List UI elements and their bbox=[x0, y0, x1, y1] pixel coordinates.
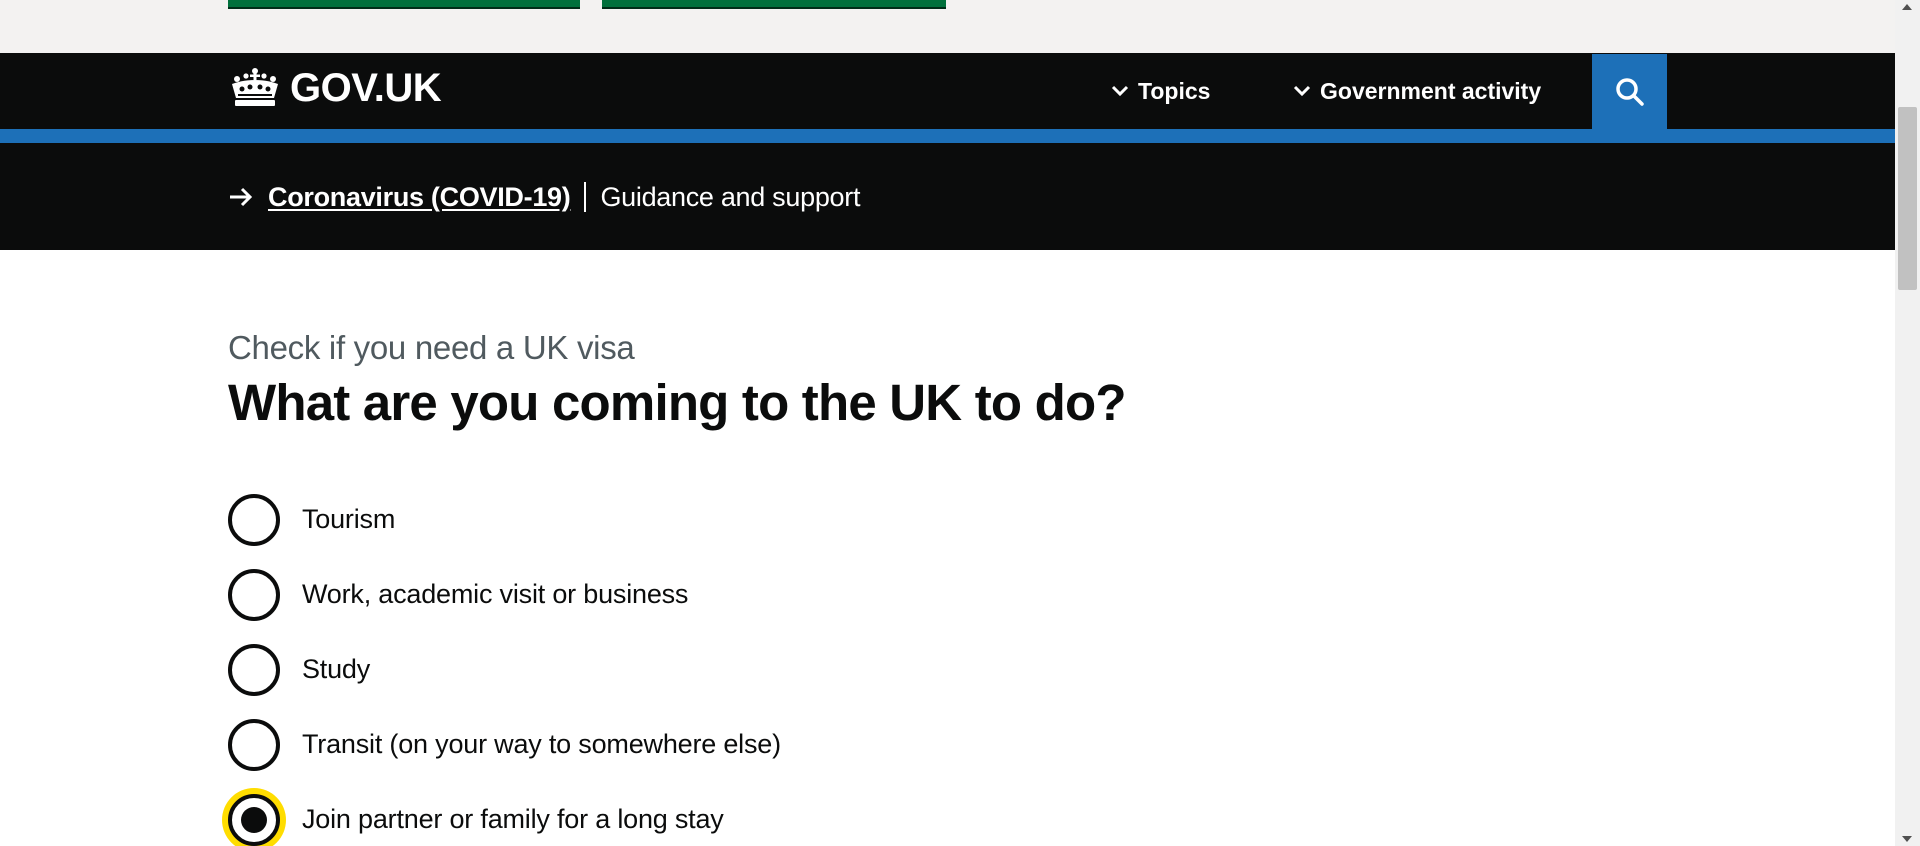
page-caption: Check if you need a UK visa bbox=[228, 329, 635, 366]
logo-text: GOV.UK bbox=[290, 66, 442, 110]
chevron-down-icon bbox=[1293, 85, 1311, 97]
radio-option-transit[interactable]: Transit (on your way to somewhere else) bbox=[228, 707, 781, 782]
search-button[interactable] bbox=[1592, 54, 1667, 129]
radio-option-tourism[interactable]: Tourism bbox=[228, 482, 781, 557]
crown-icon bbox=[232, 68, 278, 106]
divider bbox=[584, 182, 587, 212]
arrow-right-icon bbox=[230, 187, 253, 207]
radio-button[interactable] bbox=[228, 493, 280, 546]
nav-topics-button[interactable]: Topics bbox=[1110, 53, 1210, 129]
radio-label[interactable]: Join partner or family for a long stay bbox=[302, 804, 724, 835]
scroll-thumb[interactable] bbox=[1898, 107, 1917, 290]
covid-banner: Coronavirus (COVID-19) Guidance and supp… bbox=[0, 143, 1895, 250]
search-icon bbox=[1615, 77, 1644, 106]
radio-option-family[interactable]: Join partner or family for a long stay bbox=[228, 782, 781, 846]
covid-link[interactable]: Coronavirus (COVID-19) bbox=[268, 182, 571, 213]
radio-label[interactable]: Work, academic visit or business bbox=[302, 579, 688, 610]
scroll-down-icon[interactable] bbox=[1902, 836, 1912, 842]
header-blue-rule bbox=[0, 129, 1895, 143]
reject-cookies-button[interactable] bbox=[602, 0, 946, 9]
radio-button[interactable] bbox=[228, 643, 280, 696]
accept-cookies-button[interactable] bbox=[228, 0, 580, 9]
radio-button[interactable] bbox=[228, 718, 280, 771]
page: GOV.UK Topics Government activity Corona… bbox=[0, 0, 1920, 846]
nav-topics-label: Topics bbox=[1138, 77, 1211, 104]
page-title: What are you coming to the UK to do? bbox=[228, 374, 1126, 431]
nav-government-activity-button[interactable]: Government activity bbox=[1292, 53, 1541, 129]
scrollbar[interactable] bbox=[1895, 0, 1920, 846]
nav-government-activity-label: Government activity bbox=[1320, 77, 1542, 104]
covid-guidance-text: Guidance and support bbox=[600, 181, 861, 212]
radio-option-study[interactable]: Study bbox=[228, 632, 781, 707]
radio-label[interactable]: Tourism bbox=[302, 504, 395, 535]
chevron-down-icon bbox=[1111, 85, 1129, 97]
radio-label[interactable]: Transit (on your way to somewhere else) bbox=[302, 729, 781, 760]
radio-button-selected[interactable] bbox=[228, 793, 280, 846]
radio-option-work[interactable]: Work, academic visit or business bbox=[228, 557, 781, 632]
cookie-banner bbox=[0, 0, 1895, 53]
scroll-up-icon[interactable] bbox=[1902, 4, 1912, 10]
site-header: GOV.UK Topics Government activity bbox=[0, 53, 1895, 129]
radio-button[interactable] bbox=[228, 568, 280, 621]
govuk-logo-link[interactable]: GOV.UK bbox=[228, 66, 442, 110]
purpose-radio-group: Tourism Work, academic visit or business… bbox=[228, 482, 781, 846]
radio-label[interactable]: Study bbox=[302, 654, 370, 685]
